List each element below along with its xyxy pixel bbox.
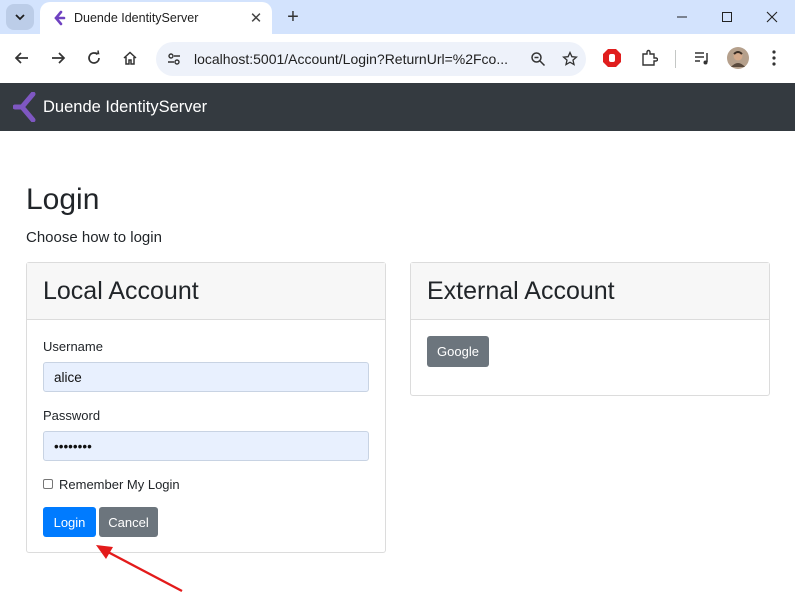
login-button[interactable]: Login bbox=[43, 507, 96, 537]
toolbar-divider bbox=[675, 50, 676, 68]
password-field[interactable]: •••••••• bbox=[43, 431, 369, 461]
close-tab-icon[interactable]: ✕ bbox=[246, 8, 266, 28]
reload-icon bbox=[88, 50, 100, 64]
zoom-icon[interactable] bbox=[526, 47, 550, 71]
forward-button[interactable] bbox=[45, 45, 71, 71]
username-field[interactable]: alice bbox=[43, 362, 369, 392]
browser-tab-strip: Duende IdentityServer ✕ + bbox=[0, 0, 795, 34]
reload-button[interactable] bbox=[81, 45, 107, 71]
local-account-header: Local Account bbox=[27, 263, 385, 320]
browser-tab[interactable]: Duende IdentityServer ✕ bbox=[40, 2, 272, 34]
close-icon bbox=[766, 11, 778, 23]
stop-hand-icon[interactable] bbox=[599, 45, 625, 71]
browser-toolbar: localhost:5001/Account/Login?ReturnUrl=%… bbox=[0, 34, 795, 83]
kebab-menu-icon[interactable] bbox=[761, 45, 787, 71]
new-tab-button[interactable]: + bbox=[281, 5, 305, 29]
address-bar[interactable]: localhost:5001/Account/Login?ReturnUrl=%… bbox=[156, 42, 586, 76]
arrow-left-icon bbox=[14, 52, 28, 64]
url-text[interactable]: localhost:5001/Account/Login?ReturnUrl=%… bbox=[194, 51, 512, 67]
external-account-card: External Account Google bbox=[410, 262, 770, 396]
back-button[interactable] bbox=[9, 45, 35, 71]
username-label: Username bbox=[43, 339, 103, 354]
remember-login-label[interactable]: Remember My Login bbox=[59, 477, 180, 492]
remember-login-checkbox[interactable] bbox=[43, 479, 53, 489]
arrow-right-icon bbox=[52, 52, 66, 64]
brand-link[interactable]: Duende IdentityServer bbox=[43, 98, 207, 117]
duende-logo-icon bbox=[54, 10, 66, 26]
tab-title: Duende IdentityServer bbox=[74, 11, 199, 25]
page-title: Login bbox=[26, 183, 100, 216]
external-account-title: External Account bbox=[427, 276, 615, 305]
puzzle-icon[interactable] bbox=[636, 45, 662, 71]
password-label: Password bbox=[43, 408, 101, 423]
media-queue-icon[interactable] bbox=[689, 45, 715, 71]
chevron-down-icon bbox=[15, 14, 25, 21]
cancel-button[interactable]: Cancel bbox=[99, 507, 158, 537]
duende-logo-icon bbox=[13, 92, 36, 122]
star-icon[interactable] bbox=[558, 47, 582, 71]
external-account-header: External Account bbox=[411, 263, 769, 320]
google-login-button[interactable]: Google bbox=[427, 336, 489, 367]
maximize-button[interactable] bbox=[704, 0, 750, 34]
avatar[interactable] bbox=[725, 45, 751, 71]
tune-icon[interactable] bbox=[162, 47, 186, 71]
tab-search-button[interactable] bbox=[6, 4, 34, 30]
maximize-icon bbox=[722, 12, 732, 22]
minimize-icon bbox=[677, 16, 687, 18]
close-window-button[interactable] bbox=[749, 0, 795, 34]
page-subtitle: Choose how to login bbox=[26, 229, 162, 246]
home-icon bbox=[123, 51, 137, 65]
local-account-card: Local Account Username alice Password ••… bbox=[26, 262, 386, 553]
site-navbar: Duende IdentityServer bbox=[0, 83, 795, 131]
home-button[interactable] bbox=[117, 45, 143, 71]
local-account-title: Local Account bbox=[43, 276, 199, 305]
minimize-button[interactable] bbox=[659, 0, 705, 34]
